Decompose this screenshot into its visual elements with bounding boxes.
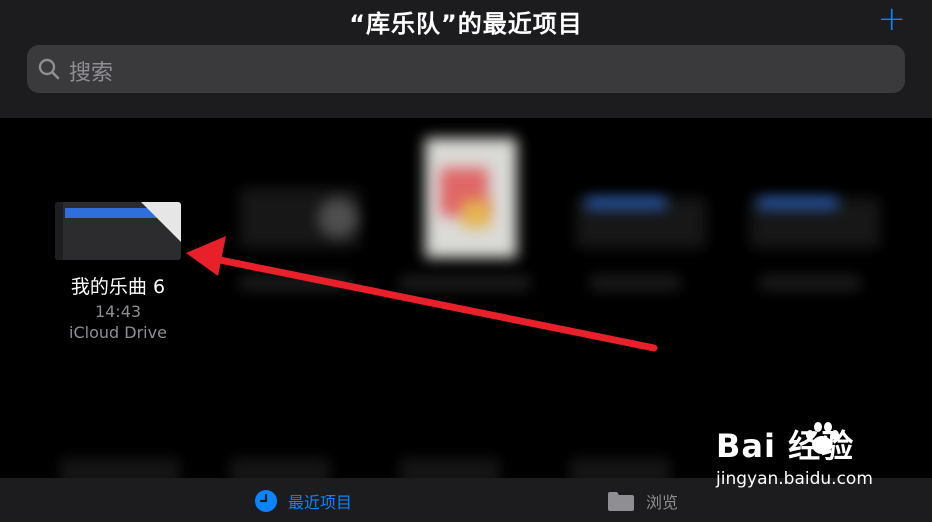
- search-field[interactable]: 搜索: [27, 45, 905, 93]
- header-bar: “库乐队”的最近项目 + 搜索: [0, 0, 932, 118]
- page-title: “库乐队”的最近项目: [349, 10, 583, 38]
- tab-browse-label: 浏览: [646, 493, 679, 512]
- watermark-url: jingyan.baidu.com: [716, 469, 873, 489]
- search-icon: [38, 58, 60, 80]
- paw-icon: [806, 422, 839, 454]
- baidu-watermark: Bai 经验 jingyan.baidu.com: [716, 421, 873, 489]
- add-button[interactable]: +: [878, 2, 907, 36]
- folder-icon: [608, 492, 634, 511]
- tab-recents[interactable]: 最近项目: [254, 488, 352, 514]
- clock-icon: [255, 490, 277, 512]
- tab-recents-label: 最近项目: [288, 493, 353, 512]
- search-placeholder: 搜索: [69, 61, 114, 86]
- tab-browse[interactable]: 浏览: [606, 488, 678, 514]
- watermark-logo: Bai 经验: [716, 427, 855, 465]
